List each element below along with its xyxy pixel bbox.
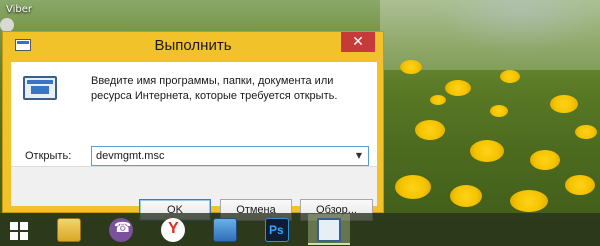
taskbar-viber[interactable] — [100, 214, 142, 245]
dialog-body: Введите имя программы, папки, документа … — [11, 62, 377, 221]
dandelion — [500, 70, 520, 83]
open-combobox[interactable]: ▼ — [91, 146, 369, 166]
viber-icon — [109, 218, 133, 242]
yandex-icon — [161, 218, 185, 242]
dandelion — [565, 175, 595, 195]
photoshop-icon — [265, 218, 289, 242]
dialog-title: Выполнить — [154, 37, 232, 54]
taskbar-device-manager[interactable] — [204, 214, 246, 245]
open-label: Открыть: — [25, 150, 72, 162]
windows-logo-icon — [10, 222, 18, 230]
dandelion — [530, 150, 560, 170]
device-manager-icon — [213, 218, 237, 242]
run-icon — [317, 218, 341, 242]
title-bar[interactable]: Выполнить ✕ — [3, 32, 383, 58]
windows-logo-icon — [20, 232, 28, 240]
taskbar-run-dialog[interactable] — [308, 214, 350, 245]
taskbar-yandex-browser[interactable] — [152, 214, 194, 245]
dandelion — [400, 60, 422, 74]
dandelion — [490, 105, 508, 117]
dandelion — [510, 190, 548, 212]
close-button[interactable]: ✕ — [341, 32, 375, 52]
viber-desktop-label: Viber — [6, 4, 33, 15]
arrow-icon — [31, 86, 49, 94]
dialog-description: Введите имя программы, папки, документа … — [91, 75, 338, 102]
dandelion — [415, 120, 445, 140]
run-dialog: Выполнить ✕ Введите имя программы, папки… — [2, 31, 384, 221]
dandelion — [430, 95, 446, 105]
dandelion — [550, 95, 578, 113]
taskbar-photoshop[interactable] — [256, 214, 298, 245]
viber-desktop-icon[interactable] — [0, 18, 14, 32]
taskbar — [0, 213, 600, 246]
dandelion — [445, 80, 471, 96]
dandelion — [395, 175, 431, 199]
windows-logo-icon — [10, 232, 18, 240]
dandelion — [575, 125, 597, 139]
folder-icon — [57, 218, 81, 242]
open-input[interactable] — [92, 147, 350, 165]
dandelion — [470, 140, 504, 162]
start-button[interactable] — [0, 214, 40, 245]
taskbar-file-explorer[interactable] — [48, 214, 90, 245]
dandelion — [450, 185, 482, 207]
windows-logo-icon — [20, 222, 28, 230]
chevron-down-icon[interactable]: ▼ — [350, 147, 368, 165]
run-icon — [23, 76, 57, 102]
